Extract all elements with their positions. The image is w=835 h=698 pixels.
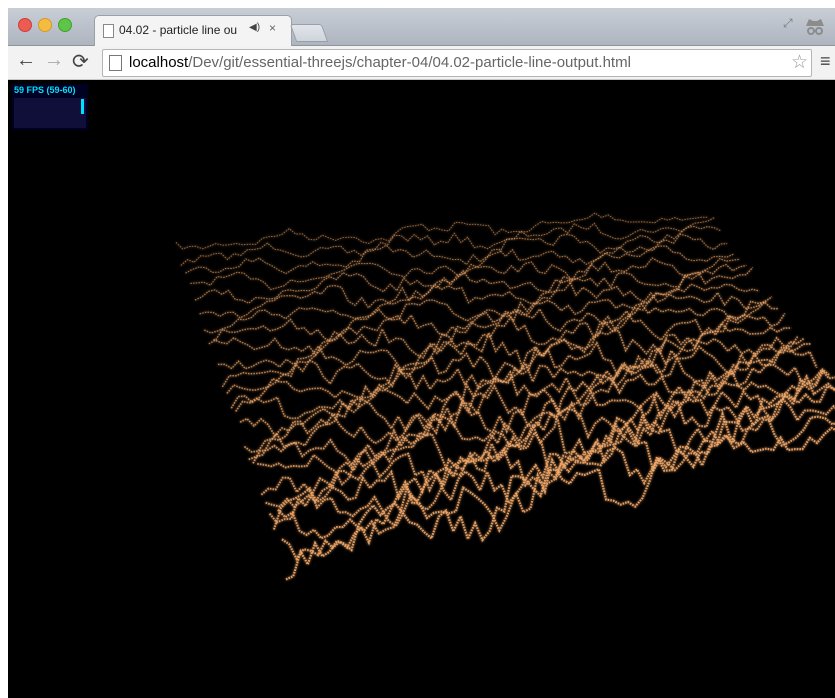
title-bar: 04.02 - particle line output ◀) × ⤢: [8, 8, 835, 46]
back-arrow-icon[interactable]: ←: [16, 49, 36, 72]
close-window-button[interactable]: [18, 18, 32, 32]
fps-graph: [14, 98, 86, 128]
reload-icon[interactable]: ⟳: [72, 49, 89, 74]
address-bar[interactable]: localhost/Dev/git/essential-threejs/chap…: [102, 49, 812, 77]
incognito-icon: [806, 19, 824, 35]
maximize-window-button[interactable]: [58, 18, 72, 32]
browser-toolbar: ← → ⟳ localhost/Dev/git/essential-threej…: [8, 46, 835, 80]
page-icon: [109, 55, 122, 71]
document-icon: [103, 24, 114, 38]
particle-lines-scene: [175, 212, 835, 581]
minimize-window-button[interactable]: [38, 18, 52, 32]
particle-line: [175, 212, 708, 250]
url-text: localhost/Dev/git/essential-threejs/chap…: [129, 54, 631, 71]
bookmark-star-icon[interactable]: ☆: [791, 51, 808, 74]
stats-panel: 59 FPS (59-60): [12, 84, 88, 130]
fps-readout: 59 FPS (59-60): [14, 85, 76, 95]
particle-line: [190, 233, 728, 291]
menu-icon[interactable]: ≡: [820, 51, 831, 72]
particle-line: [208, 266, 754, 345]
url-path: /Dev/git/essential-threejs/chapter-04/04…: [188, 54, 631, 71]
fullscreen-icon[interactable]: ⤢: [783, 16, 793, 31]
new-tab-button[interactable]: [289, 24, 329, 42]
particle-line: [185, 225, 722, 275]
tab-close-icon[interactable]: ×: [269, 21, 276, 35]
forward-arrow-icon[interactable]: →: [44, 49, 64, 72]
particle-line: [230, 312, 786, 409]
particle-line: [213, 283, 760, 357]
speaker-icon[interactable]: ◀): [249, 22, 260, 33]
webgl-canvas[interactable]: 59 FPS (59-60): [8, 80, 835, 698]
fps-graph-bar: [81, 99, 84, 114]
particle-line: [235, 322, 792, 420]
browser-tab[interactable]: 04.02 - particle line output ◀) ×: [94, 15, 292, 46]
particle-line: [265, 368, 835, 508]
particle-line: [217, 291, 767, 370]
tab-title: 04.02 - particle line output: [119, 23, 237, 37]
url-host: localhost: [129, 54, 189, 71]
browser-window: 04.02 - particle line output ◀) × ⤢ ← → …: [8, 8, 835, 698]
